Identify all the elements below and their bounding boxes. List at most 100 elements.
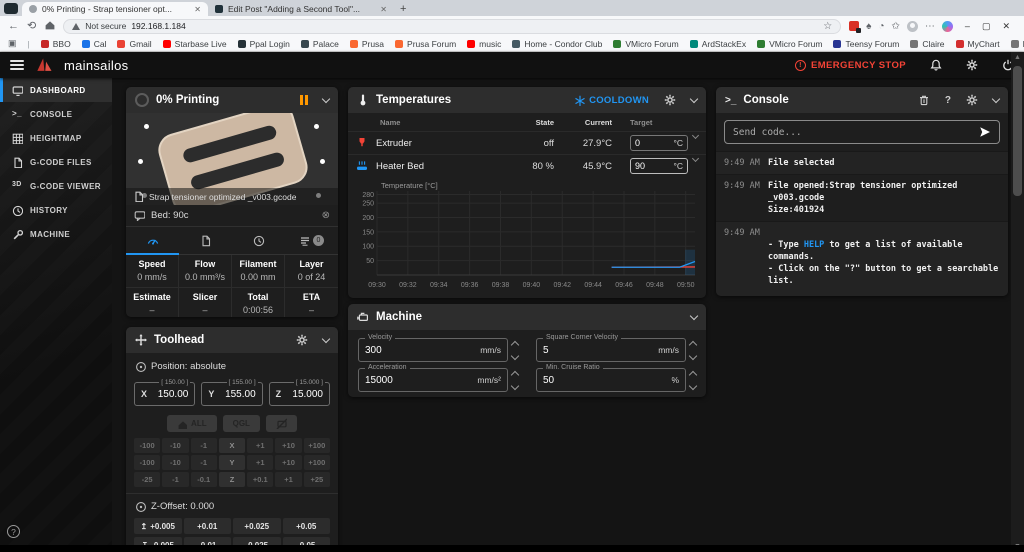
clear-console-icon[interactable] (918, 94, 930, 106)
page-scrollbar[interactable]: ▲ ▼ (1011, 52, 1024, 552)
sidebar-item-dashboard[interactable]: DASHBOARD (0, 78, 112, 102)
pause-button[interactable] (300, 95, 308, 105)
jog-button[interactable]: -1 (162, 472, 188, 487)
new-tab-button[interactable]: + (400, 3, 406, 15)
temperatures-settings-icon[interactable] (664, 94, 676, 106)
browser-menu-icon[interactable]: ⋯ (925, 21, 935, 32)
jog-button[interactable]: +10 (275, 438, 301, 453)
jog-button[interactable]: -25 (134, 472, 160, 487)
jog-button[interactable]: +1 (247, 455, 273, 470)
extension-icon-2[interactable]: ◔ (878, 21, 884, 32)
jog-button[interactable]: -0.1 (191, 472, 217, 487)
cooldown-button[interactable]: COOLDOWN (574, 95, 649, 106)
tab-close-icon[interactable]: ✕ (194, 5, 201, 14)
offset-up-button[interactable]: ↥+0.005 (134, 518, 182, 534)
heater-name[interactable]: Heater Bed (376, 161, 424, 172)
sidebar-item-console[interactable]: >_CONSOLE (0, 102, 112, 126)
tab-history[interactable] (232, 227, 285, 254)
scv-stepper[interactable] (690, 342, 696, 359)
console-settings-icon[interactable] (966, 94, 978, 106)
cruise-ratio-stepper[interactable] (690, 372, 696, 389)
jog-button[interactable]: +100 (304, 438, 330, 453)
emergency-stop-button[interactable]: ! EMERGENCY STOP (795, 60, 906, 71)
scroll-up-arrow[interactable]: ▲ (1011, 54, 1024, 61)
jog-button[interactable]: -100 (134, 455, 160, 470)
offset-up-button[interactable]: +0.025 (233, 518, 281, 534)
qgl-button[interactable]: QGL (223, 415, 260, 432)
jog-button[interactable]: -10 (162, 455, 188, 470)
bookmark-item[interactable]: music (467, 39, 501, 49)
address-bar[interactable]: Not secure 192.168.1.184 ☆ (63, 19, 841, 34)
acceleration-stepper[interactable] (512, 372, 518, 389)
acceleration-input[interactable]: Acceleration 15000mm/s² (358, 368, 508, 392)
jog-button[interactable]: +0.1 (247, 472, 273, 487)
favorite-star-icon[interactable]: ☆ (823, 21, 832, 32)
bookmark-item[interactable]: VMicro Forum (613, 39, 678, 49)
jog-button[interactable]: -10 (162, 438, 188, 453)
bookmarks-panel-icon[interactable]: ▣ (8, 39, 17, 48)
bookmark-item[interactable]: MyChart (956, 39, 1000, 49)
extruder-target-input[interactable]: 0°C (630, 135, 688, 151)
tab-files[interactable] (179, 227, 232, 254)
velocity-stepper[interactable] (512, 342, 518, 359)
browser-tab-2[interactable]: Edit Post "Adding a Second Tool"... ✕ (208, 2, 394, 16)
back-button[interactable]: ← (8, 21, 19, 32)
console-collapse-icon[interactable] (993, 99, 999, 102)
console-entry[interactable]: 9:49 AM - Type HELP to get a list of ava… (716, 221, 1008, 296)
bookmark-item[interactable]: Teensy Forum (833, 39, 899, 49)
scv-input[interactable]: Square Corner Velocity 5mm/s (536, 338, 686, 362)
y-position-field[interactable]: [ 155.00 ] Y155.00 (201, 382, 262, 406)
jog-button[interactable]: +1 (247, 438, 273, 453)
z-position-field[interactable]: [ 15.000 ] Z15.000 (269, 382, 330, 406)
machine-collapse-icon[interactable] (691, 316, 697, 319)
bookmark-item[interactable]: BBO (41, 39, 71, 49)
send-icon[interactable] (979, 126, 991, 138)
dropdown-caret-icon[interactable] (692, 155, 699, 162)
bookmark-item[interactable]: ArdStackEx (690, 39, 746, 49)
jog-button[interactable]: +100 (304, 455, 330, 470)
bookmark-item[interactable]: Prusa Forum (395, 39, 456, 49)
bookmark-item[interactable]: Prusa (350, 39, 384, 49)
bookmark-item[interactable]: Palace (301, 39, 339, 49)
window-minimize-button[interactable]: – (965, 21, 970, 32)
bookmark-item[interactable]: Gmail (117, 39, 151, 49)
bookmark-item[interactable]: Starbase Live (163, 39, 227, 49)
console-entry[interactable]: 9:49 AM File opened:Strap tensioner opti… (716, 174, 1008, 221)
home-all-button[interactable]: ALL (167, 415, 217, 432)
heater-name[interactable]: Extruder (376, 138, 412, 149)
help-command-link[interactable]: HELP (804, 240, 824, 250)
motors-off-button[interactable] (266, 415, 297, 432)
collapse-chevron-icon[interactable] (323, 99, 329, 102)
jog-button[interactable]: +1 (275, 472, 301, 487)
offset-up-button[interactable]: +0.05 (283, 518, 331, 534)
help-button[interactable]: ? (7, 525, 20, 538)
home-button[interactable] (44, 19, 55, 33)
sidebar-item-machine[interactable]: MACHINE (0, 222, 112, 246)
browser-tab-1[interactable]: 0% Printing - Strap tensioner opt... ✕ (22, 2, 208, 16)
x-position-field[interactable]: [ 150.00 ] X150.00 (134, 382, 195, 406)
jog-button[interactable]: -1 (191, 438, 217, 453)
tab-actions-button[interactable] (4, 3, 18, 14)
sidebar-item-gcode-viewer[interactable]: 3DG-CODE VIEWER (0, 174, 112, 198)
bookmark-item[interactable]: VMicro Forum (757, 39, 822, 49)
tab-queue[interactable]: 0 (285, 227, 338, 254)
settings-gear-icon[interactable] (966, 59, 978, 71)
bookmark-item[interactable]: Every SpaceX Launc... (1011, 39, 1024, 49)
hamburger-menu-icon[interactable] (10, 60, 24, 70)
bookmark-item[interactable]: Ppal Login (238, 39, 290, 49)
console-help-icon[interactable]: ? (945, 95, 951, 106)
notifications-bell-icon[interactable] (930, 59, 942, 71)
bed-target-input[interactable]: 90°C (630, 158, 688, 174)
console-input-box[interactable] (724, 120, 1000, 144)
jog-button[interactable]: -1 (191, 455, 217, 470)
console-input[interactable] (733, 127, 973, 138)
tab-speed[interactable] (126, 227, 179, 254)
bookmark-item[interactable]: Cal (82, 39, 107, 49)
console-entry[interactable]: 9:49 AM File selected (716, 151, 1008, 174)
window-close-button[interactable]: ✕ (1002, 21, 1010, 32)
toolhead-settings-icon[interactable] (296, 334, 308, 346)
dropdown-caret-icon[interactable] (692, 132, 699, 139)
velocity-input[interactable]: Velocity 300mm/s (358, 338, 508, 362)
toolhead-collapse-icon[interactable] (323, 339, 329, 342)
cruise-ratio-input[interactable]: Min. Cruise Ratio 50% (536, 368, 686, 392)
